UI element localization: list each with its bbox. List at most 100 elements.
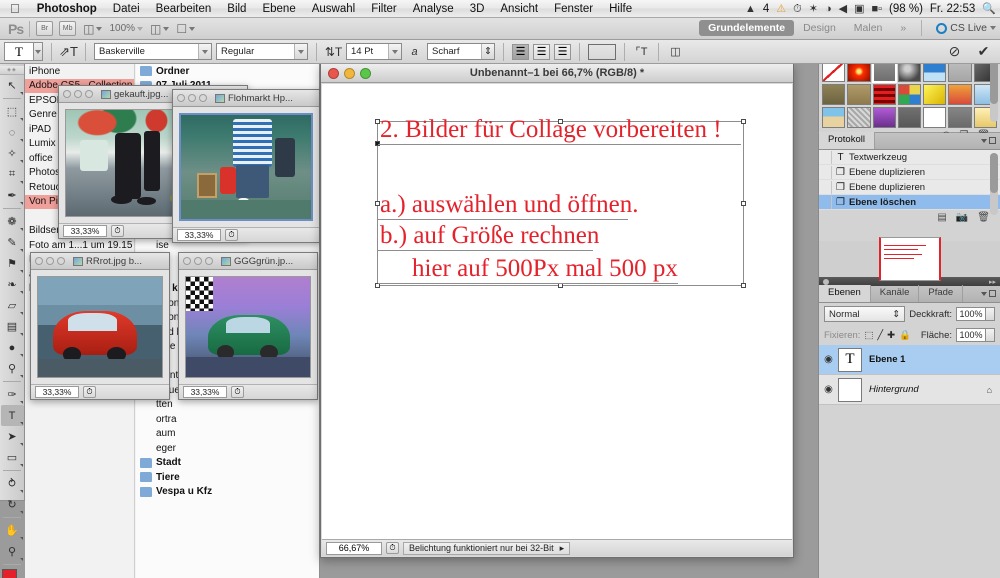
brush-tool[interactable]: ✎ xyxy=(1,232,24,253)
zoom-icon[interactable] xyxy=(57,257,65,265)
style-swatch-gray-button[interactable] xyxy=(871,60,897,83)
window-titlebar[interactable]: GGGgrün.jp... xyxy=(179,253,317,270)
minibridge-button[interactable]: Mb xyxy=(59,21,77,36)
fill-control[interactable]: 100% xyxy=(956,328,995,342)
handle-middle-right[interactable] xyxy=(741,200,746,206)
alert-icon[interactable]: ⚠ xyxy=(776,0,786,18)
new-document-from-state-icon[interactable]: ▤ xyxy=(937,212,946,223)
zoom-icon[interactable] xyxy=(85,90,93,98)
hand-tool[interactable]: ✋ xyxy=(1,520,24,541)
workspace-design[interactable]: Design xyxy=(794,20,845,36)
bridge-sidebar-item[interactable]: Foto am 1...1 um 19.15 xyxy=(25,238,134,253)
chevron-down-icon[interactable] xyxy=(198,44,211,59)
screen-mode-button[interactable]: ☐ xyxy=(176,22,196,36)
style-swatch-red-glow[interactable] xyxy=(847,61,871,82)
spotlight-icon[interactable]: 🔍 xyxy=(982,0,996,18)
type-tool[interactable]: T xyxy=(0,405,24,426)
style-swatch-flat-gray[interactable] xyxy=(897,107,922,128)
timing-icon[interactable]: ⏱ xyxy=(231,386,244,398)
timing-icon[interactable]: ⏱ xyxy=(225,229,238,241)
opacity-value[interactable]: 100% xyxy=(956,307,986,321)
lock-transparent-icon[interactable]: ⬚ xyxy=(864,330,873,341)
history-snapshot-checkbox[interactable] xyxy=(819,150,832,164)
canvas-text-line[interactable]: a.) auswählen und öffnen. xyxy=(380,191,638,219)
image-window-gggrun[interactable]: GGGgrün.jp... 33,33% ⏱ xyxy=(178,252,318,400)
layer-name[interactable]: Hintergrund xyxy=(869,384,919,395)
cs-live-button[interactable]: CS Live xyxy=(936,22,996,34)
rectangle-tool[interactable]: ▭ xyxy=(1,447,24,468)
panel-menu-button[interactable] xyxy=(981,137,996,144)
antialias-field[interactable]: Scharf ⇕ xyxy=(427,43,495,60)
roll-3d-tool[interactable]: ↻ xyxy=(1,494,24,515)
bluetooth-icon[interactable]: ✶ xyxy=(809,0,818,18)
style-swatch-none[interactable] xyxy=(822,61,846,82)
tab-ebenen[interactable]: Ebenen xyxy=(819,285,871,302)
minimize-icon[interactable] xyxy=(188,94,196,102)
foreground-color-swatch[interactable] xyxy=(1,569,17,578)
battery-icon[interactable]: ■▫ xyxy=(871,0,882,18)
zoom-value[interactable]: 33,33% xyxy=(183,386,227,398)
clone-stamp-tool[interactable]: ⚑ xyxy=(1,253,24,274)
fill-value[interactable]: 100% xyxy=(956,328,986,342)
align-left-button[interactable]: ☰ xyxy=(512,43,529,60)
bridge-file-item[interactable]: Tiere xyxy=(136,470,319,485)
tools-palette-grip[interactable]: ◈◈ xyxy=(0,66,24,75)
bridge-button[interactable]: Br xyxy=(36,21,54,36)
document-canvas[interactable]: 2. Bilder für Collage vorbereiten ! a.) a… xyxy=(322,84,792,539)
bridge-sidebar-item[interactable]: iPhone xyxy=(25,64,134,79)
text-color-swatch[interactable] xyxy=(588,43,616,60)
new-snapshot-icon[interactable]: 📷 xyxy=(956,212,968,223)
font-style-field[interactable]: Regular xyxy=(216,43,308,60)
document-zoom-value[interactable]: 66,67% xyxy=(326,541,382,555)
bridge-file-item[interactable]: Stadt xyxy=(136,456,319,471)
tab-protokoll[interactable]: Protokoll xyxy=(819,132,875,149)
zoom-tool[interactable]: ⚲ xyxy=(1,541,24,562)
rotate-3d-tool[interactable]: ⥁ xyxy=(1,473,24,494)
history-entry-list[interactable]: T Textwerkzeug ❐ Ebene duplizieren ❐ Ebene du… xyxy=(819,150,1000,210)
dodge-tool[interactable]: ⚲ xyxy=(1,358,24,379)
adobe-drive-icon[interactable]: ▲ xyxy=(745,0,756,18)
style-swatch-dark-texture[interactable] xyxy=(897,61,922,82)
cancel-edits-button[interactable]: ⊘ xyxy=(946,43,963,61)
layer-row[interactable]: ◉ Hintergrund ⌂ xyxy=(819,375,1000,405)
minimize-icon[interactable] xyxy=(194,257,202,265)
timing-icon[interactable]: ⏱ xyxy=(83,386,96,398)
close-icon[interactable] xyxy=(183,257,191,265)
canvas-text-line[interactable]: 2. Bilder für Collage vorbereiten ! xyxy=(380,116,722,144)
history-entry[interactable]: ❐ Ebene duplizieren xyxy=(819,165,1000,180)
document-window[interactable]: Unbenannt–1 bei 66,7% (RGB/8) * 2. Bilde… xyxy=(320,63,794,558)
timing-icon[interactable]: ⏱ xyxy=(386,542,399,554)
pen-tool[interactable]: ✑ xyxy=(1,384,24,405)
minimize-icon[interactable] xyxy=(74,90,82,98)
style-swatch-light-gray[interactable] xyxy=(948,61,972,82)
handle-bottom-right[interactable] xyxy=(741,283,746,288)
style-swatch-beach[interactable] xyxy=(822,107,846,128)
image-canvas[interactable] xyxy=(37,276,163,378)
history-brush-tool[interactable]: ❧ xyxy=(1,274,24,295)
move-tool[interactable]: ↖ xyxy=(1,75,24,96)
menu-auswahl[interactable]: Auswahl xyxy=(304,0,363,18)
chevron-down-icon[interactable] xyxy=(294,44,307,59)
styles-scrollbar[interactable] xyxy=(990,60,998,122)
style-swatch-yellow-block[interactable] xyxy=(923,84,947,105)
path-selection-tool[interactable]: ➤ xyxy=(1,426,24,447)
text-bounding-box[interactable]: 2. Bilder für Collage vorbereiten ! a.) a… xyxy=(375,116,746,288)
panel-menu-button[interactable] xyxy=(981,290,996,297)
menu-filter[interactable]: Filter xyxy=(363,0,405,18)
menu-3d[interactable]: 3D xyxy=(462,0,493,18)
layer-thumbnail[interactable] xyxy=(838,377,862,402)
canvas-text-line[interactable]: hier auf 500Px mal 500 px xyxy=(412,255,678,283)
workspace-malen[interactable]: Malen xyxy=(845,20,892,36)
timemachine-icon[interactable]: ⏱ xyxy=(793,0,802,18)
commit-edits-button[interactable]: ✔ xyxy=(975,43,992,61)
workspace-grundelemente[interactable]: Grundelemente xyxy=(699,20,795,36)
history-entry[interactable]: ❐ Ebene duplizieren xyxy=(819,180,1000,195)
style-swatch-sunset[interactable] xyxy=(948,84,972,105)
chevron-down-icon[interactable] xyxy=(388,44,401,59)
gradient-tool[interactable]: ▤ xyxy=(1,316,24,337)
color-swatches[interactable] xyxy=(1,569,24,578)
blur-tool[interactable]: ● xyxy=(1,337,24,358)
handle-top-right[interactable] xyxy=(741,119,746,124)
chevron-updown-icon[interactable]: ⇕ xyxy=(481,44,494,59)
window-titlebar[interactable]: RRrot.jpg b... xyxy=(31,253,169,270)
